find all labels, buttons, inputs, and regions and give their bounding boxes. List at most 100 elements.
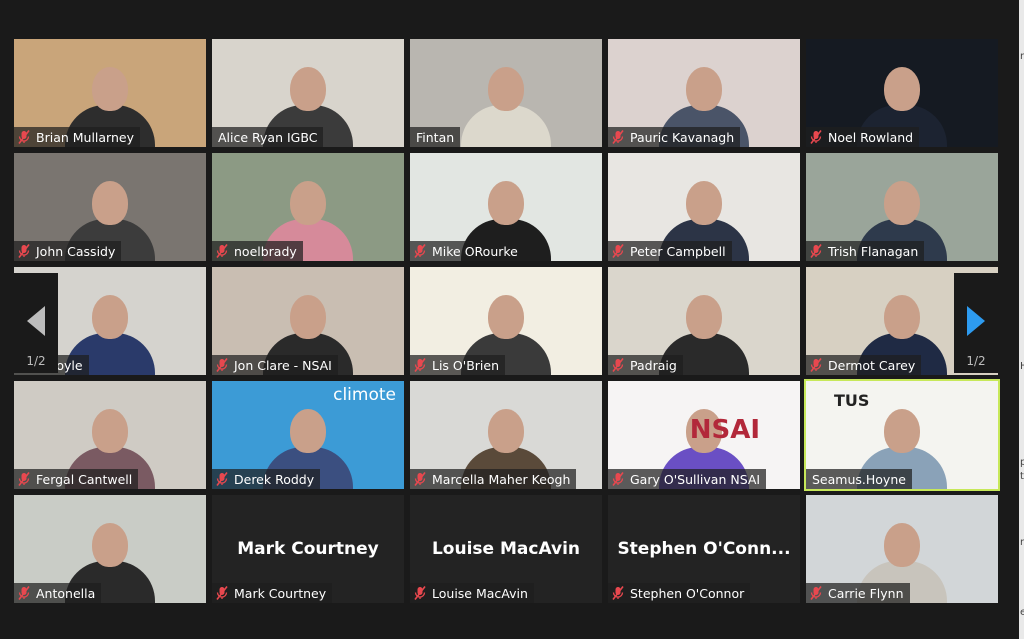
participant-name-label: Seamus.Hoyne: [806, 469, 912, 489]
page-indicator: 1/2: [26, 354, 46, 368]
participant-name: Mike ORourke: [432, 243, 518, 259]
microphone-muted-icon: [612, 586, 624, 600]
participant-name: Carrie Flynn: [828, 585, 904, 601]
participant-name: Jon Clare - NSAI: [234, 357, 332, 373]
microphone-muted-icon: [612, 130, 624, 144]
participant-name: Gary O'Sullivan NSAI: [630, 471, 761, 487]
page-edge-char: r: [1020, 537, 1024, 548]
participant-name: Peter Campbell: [630, 243, 726, 259]
participant-name: noelbrady: [234, 243, 297, 259]
participant-tile[interactable]: Marcella Maher Keogh: [410, 381, 602, 489]
microphone-muted-icon: [18, 244, 30, 258]
participant-name-label: Gary O'Sullivan NSAI: [608, 469, 767, 489]
page-indicator: 1/2: [966, 354, 986, 368]
microphone-muted-icon: [18, 130, 30, 144]
participant-name: Seamus.Hoyne: [812, 471, 906, 487]
participant-name: Noel Rowland: [828, 129, 914, 145]
next-page-button[interactable]: 1/2: [954, 273, 998, 373]
participant-tile[interactable]: Peter Campbell: [608, 153, 800, 261]
microphone-muted-icon: [414, 358, 426, 372]
participant-name-label: Alice Ryan IGBC: [212, 127, 324, 147]
microphone-muted-icon: [612, 358, 624, 372]
participant-name-label: Lis O'Brien: [410, 355, 505, 375]
microphone-muted-icon: [414, 472, 426, 486]
participant-name-label: Fergal Cantwell: [14, 469, 139, 489]
microphone-muted-icon: [216, 244, 228, 258]
background-logo: TUS: [834, 391, 870, 410]
gallery-grid: Brian Mullarney Alice Ryan IGBC Fintan Paur…: [14, 39, 1000, 603]
previous-page-button[interactable]: 1/2: [14, 273, 58, 373]
participant-name: Antonella: [36, 585, 96, 601]
participant-tile[interactable]: Trish Flanagan: [806, 153, 998, 261]
microphone-muted-icon: [810, 244, 822, 258]
participant-name-label: Mark Courtney: [212, 583, 333, 603]
participant-name: Alice Ryan IGBC: [218, 129, 318, 145]
participant-tile[interactable]: Louise MacAvin Louise MacAvin: [410, 495, 602, 603]
participant-name-label: Pauric Kavanagh: [608, 127, 741, 147]
participant-tile[interactable]: climote Derek Roddy: [212, 381, 404, 489]
participant-name-label: Marcella Maher Keogh: [410, 469, 577, 489]
participant-name-label: Brian Mullarney: [14, 127, 140, 147]
participant-tile[interactable]: Fergal Cantwell: [14, 381, 206, 489]
microphone-muted-icon: [810, 358, 822, 372]
participant-tile[interactable]: Fintan: [410, 39, 602, 147]
participant-tile[interactable]: Stephen O'Conn... Stephen O'Connor: [608, 495, 800, 603]
participant-name: Mark Courtney: [234, 585, 327, 601]
participant-name: Stephen O'Connor: [630, 585, 745, 601]
participant-tile-active-speaker[interactable]: TUS Seamus.Hoyne: [804, 379, 1000, 491]
participant-tile[interactable]: Antonella: [14, 495, 206, 603]
arrow-right-icon: [967, 306, 985, 336]
microphone-muted-icon: [810, 586, 822, 600]
participant-name: Padraig: [630, 357, 677, 373]
participant-name-label: John Cassidy: [14, 241, 122, 261]
participant-name-label: Jon Clare - NSAI: [212, 355, 338, 375]
page-edge-char: H: [1020, 361, 1024, 372]
participant-name: Dermot Carey: [828, 357, 916, 373]
microphone-muted-icon: [216, 358, 228, 372]
participant-tile[interactable]: Pauric Kavanagh: [608, 39, 800, 147]
participant-name: Fergal Cantwell: [36, 471, 133, 487]
microphone-muted-icon: [810, 130, 822, 144]
microphone-muted-icon: [612, 244, 624, 258]
microphone-muted-icon: [414, 586, 426, 600]
microphone-muted-icon: [414, 244, 426, 258]
participant-name: Fintan: [416, 129, 455, 145]
page-edge-char: p: [1020, 457, 1024, 468]
participant-tile[interactable]: Mike ORourke: [410, 153, 602, 261]
participant-name-label: Derek Roddy: [212, 469, 321, 489]
participant-name: Louise MacAvin: [432, 585, 528, 601]
participant-name: Trish Flanagan: [828, 243, 919, 259]
participant-name-label: Mike ORourke: [410, 241, 524, 261]
participant-tile[interactable]: John Cassidy: [14, 153, 206, 261]
background-logo: climote: [333, 385, 396, 405]
participant-name-label: Stephen O'Connor: [608, 583, 751, 603]
participant-name-label: Padraig: [608, 355, 683, 375]
microphone-muted-icon: [216, 472, 228, 486]
page-edge-char: t: [1020, 471, 1024, 482]
participant-tile[interactable]: Brian Mullarney: [14, 39, 206, 147]
participant-tile[interactable]: NSAI Gary O'Sullivan NSAI: [608, 381, 800, 489]
participant-name: Marcella Maher Keogh: [432, 471, 571, 487]
participant-name: Derek Roddy: [234, 471, 315, 487]
arrow-left-icon: [27, 306, 45, 336]
participant-tile[interactable]: noelbrady: [212, 153, 404, 261]
participant-name: John Cassidy: [36, 243, 116, 259]
participant-tile[interactable]: Carrie Flynn: [806, 495, 998, 603]
microphone-muted-icon: [18, 586, 30, 600]
participant-display-name: Mark Courtney: [237, 539, 379, 559]
participant-tile[interactable]: Alice Ryan IGBC: [212, 39, 404, 147]
participant-name-label: Peter Campbell: [608, 241, 732, 261]
participant-tile[interactable]: Padraig: [608, 267, 800, 375]
microphone-muted-icon: [18, 472, 30, 486]
participant-name: Brian Mullarney: [36, 129, 134, 145]
participant-name-label: Louise MacAvin: [410, 583, 534, 603]
microphone-muted-icon: [216, 586, 228, 600]
participant-tile[interactable]: Lis O'Brien: [410, 267, 602, 375]
participant-tile[interactable]: Mark Courtney Mark Courtney: [212, 495, 404, 603]
participant-tile[interactable]: Noel Rowland: [806, 39, 998, 147]
participant-display-name: Louise MacAvin: [431, 539, 581, 559]
participant-name-label: Antonella: [14, 583, 102, 603]
background-logo: NSAI: [689, 415, 760, 445]
participant-tile[interactable]: Jon Clare - NSAI: [212, 267, 404, 375]
microphone-muted-icon: [612, 472, 624, 486]
